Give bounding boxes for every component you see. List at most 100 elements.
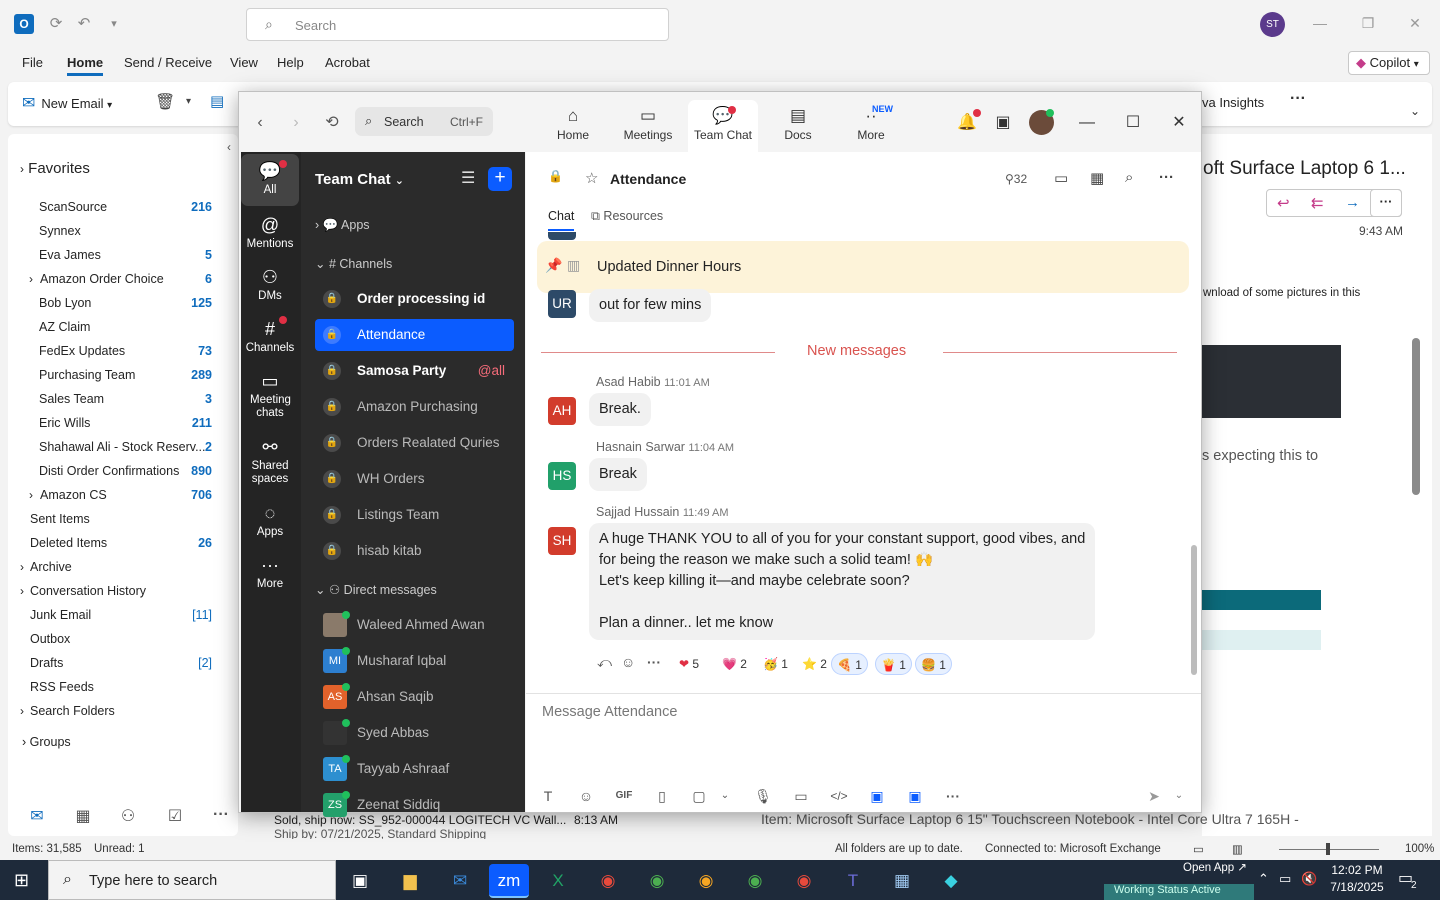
compose-more-icon[interactable]: ··· <box>942 786 964 806</box>
tab-home[interactable]: ⌂ Home <box>538 100 608 152</box>
chevron-down-icon[interactable]: ⌄ <box>714 786 736 806</box>
folder-item[interactable]: Sales Team 3 <box>0 388 220 412</box>
zoom-slider-thumb[interactable] <box>1326 843 1330 855</box>
teams-icon[interactable]: T <box>833 864 873 898</box>
folder-item[interactable]: Eva James 5 <box>0 244 220 268</box>
video-message-icon[interactable]: ▭ <box>790 786 812 806</box>
dm-item[interactable]: TA Tayyab Ashraaf <box>315 753 514 785</box>
tab-meetings[interactable]: ▭ Meetings <box>613 100 683 152</box>
channel-item[interactable]: 🔒 Attendance <box>315 319 514 351</box>
reaction-chip[interactable]: 🍕 1 <box>831 653 868 675</box>
delete-icon[interactable]: 🗑 <box>155 92 175 112</box>
folder-item[interactable]: Junk Email [11] <box>0 604 220 628</box>
zoom-docs-icon[interactable]: ▣ <box>904 786 926 806</box>
apps-section[interactable]: › 💬 Apps <box>315 218 515 238</box>
chrome-profile-5-icon[interactable]: ◉ <box>784 864 824 898</box>
tab-docs[interactable]: ▤ Docs <box>763 100 833 152</box>
channel-title[interactable]: Attendance <box>610 171 686 187</box>
folder-item[interactable]: Shahawal Ali - Stock Reserv... 2 <box>0 436 220 460</box>
folder-item[interactable]: › Amazon Order Choice 6 <box>0 268 220 292</box>
channel-tab-resources[interactable]: ⧉ Resources <box>591 209 663 224</box>
menu-acrobat[interactable]: Acrobat <box>325 55 370 70</box>
chrome-profile-4-icon[interactable]: ◉ <box>735 864 775 898</box>
message-avatar[interactable]: HS <box>548 462 576 490</box>
reading-scroll-thumb[interactable] <box>1412 338 1420 495</box>
reaction-chip[interactable]: ❤ 5 <box>674 653 704 675</box>
gift-icon[interactable]: ▣ <box>991 112 1015 134</box>
filter-icon[interactable]: ☰ <box>461 168 475 188</box>
folder-item[interactable]: ScanSource 216 <box>0 196 220 220</box>
archive-icon[interactable]: ▤ <box>210 92 224 110</box>
message-input[interactable]: Message Attendance <box>542 704 677 720</box>
channel-item[interactable]: 🔒 Order processing id <box>315 283 514 315</box>
send-icon[interactable]: ➤ <box>1143 786 1165 806</box>
outlook-search-input[interactable]: ⌕ Search <box>246 8 669 41</box>
folder-item[interactable]: RSS Feeds <box>0 676 220 700</box>
reaction-chip[interactable]: 🥳 1 <box>758 653 793 675</box>
folder-item[interactable]: Synnex <box>0 220 220 244</box>
reply-icon[interactable]: ↩ <box>1277 194 1290 212</box>
message-sender[interactable]: Hasnain Sarwar 11:04 AM <box>596 440 734 454</box>
rail-mentions[interactable]: @ Mentions <box>241 208 299 260</box>
mail-icon[interactable]: ✉ <box>25 806 49 828</box>
zoom-maximize-icon[interactable]: ☐ <box>1121 112 1145 134</box>
add-reaction-icon[interactable]: ☺ <box>621 654 635 670</box>
file-icon[interactable]: ▯ <box>651 786 673 806</box>
channel-more-icon[interactable]: ··· <box>1159 169 1174 186</box>
folder-item[interactable]: Sent Items <box>0 508 220 532</box>
menu-help[interactable]: Help <box>277 55 304 70</box>
channel-item[interactable]: 🔒 WH Orders <box>315 463 514 495</box>
tab-team-chat[interactable]: 💬 Team Chat <box>688 100 758 152</box>
folder-item[interactable]: › Archive <box>0 556 220 580</box>
windows-start-icon[interactable]: ⊞ <box>14 870 29 891</box>
chevron-right-icon[interactable]: › <box>29 272 33 286</box>
chrome-icon[interactable]: ◉ <box>588 864 628 898</box>
folder-item[interactable]: Outbox <box>0 628 220 652</box>
send-options-icon[interactable]: ⌄ <box>1168 786 1190 806</box>
video-call-icon[interactable]: ▭ <box>1054 169 1068 187</box>
undo-icon[interactable]: ↶ <box>74 14 94 34</box>
format-text-icon[interactable]: T <box>537 786 559 806</box>
channel-item[interactable]: 🔒 hisab kitab <box>315 535 514 567</box>
menu-send-receive[interactable]: Send / Receive <box>124 55 212 70</box>
folder-item[interactable]: › Amazon CS 706 <box>0 484 220 508</box>
rail-all[interactable]: 💬 All <box>241 154 299 206</box>
taskbar-search-input[interactable]: ⌕ Type here to search <box>48 860 336 900</box>
tasks-icon[interactable]: ☑ <box>163 806 187 828</box>
folder-item[interactable]: Bob Lyon 125 <box>0 292 220 316</box>
file-explorer-icon[interactable]: ▆ <box>390 864 430 898</box>
open-app-button[interactable]: Open App ↗ <box>1183 860 1258 878</box>
message-bubble[interactable]: out for few mins <box>589 289 712 322</box>
channels-section[interactable]: ⌄ # Channels <box>315 256 515 276</box>
customize-icon[interactable]: ▾ <box>104 14 124 34</box>
folder-item[interactable]: › Search Folders <box>0 700 220 724</box>
excel-app-icon[interactable]: X <box>538 864 578 898</box>
chat-scroll-thumb[interactable] <box>1191 545 1197 675</box>
rail-shared-spaces[interactable]: ⚯ Shared spaces <box>241 430 299 492</box>
rail-apps[interactable]: ◌ Apps <box>241 496 299 548</box>
task-view-icon[interactable]: ▣ <box>340 864 380 898</box>
reading-scrollbar[interactable] <box>1412 325 1420 825</box>
channel-item[interactable]: 🔒 Listings Team <box>315 499 514 531</box>
new-email-button[interactable]: ✉ New Email ▾ <box>22 93 112 113</box>
folder-item[interactable]: Deleted Items 26 <box>0 532 220 556</box>
forward-icon[interactable]: → <box>1345 194 1360 211</box>
reply-all-icon[interactable]: ⇇ <box>1311 194 1324 212</box>
normal-view-icon[interactable]: ▭ <box>1193 842 1204 856</box>
back-icon[interactable]: ‹ <box>249 112 271 134</box>
menu-file[interactable]: File <box>22 55 43 70</box>
screenshot-icon[interactable]: ▢ <box>688 786 710 806</box>
forward-nav-icon[interactable]: › <box>285 112 307 134</box>
rail-meeting-chats[interactable]: ▭ Meeting chats <box>241 364 299 426</box>
more-apps-icon[interactable]: ··· <box>209 806 233 828</box>
folder-item[interactable]: FedEx Updates 73 <box>0 340 220 364</box>
channel-search-icon[interactable]: ⌕ <box>1125 169 1133 186</box>
gif-icon[interactable]: GIF <box>613 786 635 806</box>
close-icon[interactable]: ✕ <box>1400 12 1430 34</box>
zoom-minimize-icon[interactable]: — <box>1075 112 1099 134</box>
zoom-app-icon[interactable]: zm <box>489 864 529 898</box>
viva-insights-button[interactable]: va Insights <box>1202 95 1264 110</box>
message-avatar[interactable]: AH <box>548 397 576 425</box>
add-chat-button[interactable]: + <box>488 167 512 191</box>
sync-icon[interactable]: ⟳ <box>46 14 66 34</box>
